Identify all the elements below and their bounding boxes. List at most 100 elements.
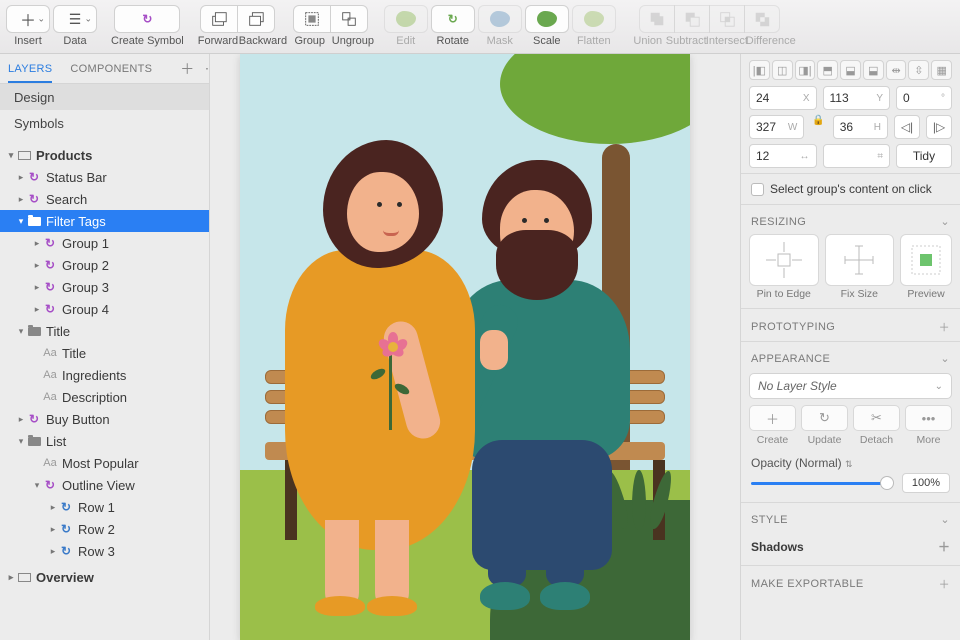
- add-page-icon[interactable]: ＋: [180, 59, 194, 79]
- artboard-products[interactable]: ▾ Products: [0, 144, 209, 166]
- shadows-row[interactable]: Shadows＋: [741, 530, 960, 563]
- plus-icon[interactable]: ＋: [939, 576, 950, 592]
- difference-button[interactable]: [744, 5, 780, 33]
- fix-size-control[interactable]: [825, 234, 895, 286]
- tidy-grid-button[interactable]: ▦: [931, 60, 952, 80]
- dropdown-icon[interactable]: ⇅: [845, 459, 853, 469]
- layer-status-bar[interactable]: ▸↻Status Bar: [0, 166, 209, 188]
- select-group-checkbox[interactable]: Select group's content on click: [741, 176, 960, 202]
- subtract-button[interactable]: [674, 5, 710, 33]
- layer-most-popular[interactable]: AaMost Popular: [0, 452, 209, 474]
- layer-group1[interactable]: ▸↻Group 1: [0, 232, 209, 254]
- tidy-button[interactable]: Tidy: [896, 144, 952, 168]
- distribute-v-button[interactable]: ⇳: [908, 60, 929, 80]
- forward-button[interactable]: [200, 5, 238, 33]
- plus-icon[interactable]: ＋: [938, 538, 950, 555]
- group-button[interactable]: [293, 5, 331, 33]
- align-right-button[interactable]: ◨|: [795, 60, 816, 80]
- backward-button[interactable]: [237, 5, 275, 33]
- artboard-icon: [16, 151, 32, 160]
- distribute-h-button[interactable]: ⇹: [886, 60, 907, 80]
- resizing-header[interactable]: RESIZING⌄: [741, 207, 960, 232]
- chevron-down-icon: ▾: [6, 150, 16, 161]
- layer-filter-tags[interactable]: ▾Filter Tags: [0, 210, 209, 232]
- rotate-button[interactable]: ↻: [431, 5, 475, 33]
- appearance-header[interactable]: APPEARANCE⌄: [741, 344, 960, 369]
- edit-button[interactable]: [384, 5, 428, 33]
- tab-components[interactable]: COMPONENTS: [70, 63, 152, 75]
- ungroup-label: Ungroup: [332, 35, 370, 47]
- plus-icon: ＋: [20, 7, 36, 31]
- insert-button[interactable]: ＋⌄: [6, 5, 50, 33]
- union-button[interactable]: [639, 5, 675, 33]
- page-symbols[interactable]: Symbols: [0, 110, 209, 136]
- layer-outline-view[interactable]: ▾↻Outline View: [0, 474, 209, 496]
- main: LAYERS COMPONENTS ＋ ⋯ Design Symbols ▾ P…: [0, 54, 960, 640]
- canvas[interactable]: [210, 54, 740, 640]
- data-button[interactable]: ☰⌄: [53, 5, 97, 33]
- intersect-button[interactable]: [709, 5, 745, 33]
- layer-row3[interactable]: ▸↻Row 3: [0, 540, 209, 562]
- chevron-down-icon: ⌄: [37, 14, 45, 25]
- layer-label: Group 1: [62, 236, 109, 251]
- width-field[interactable]: 327W: [749, 115, 804, 139]
- symbol-icon: ↻: [45, 280, 55, 294]
- create-symbol-button[interactable]: ↻: [114, 5, 180, 33]
- height-field[interactable]: 36H: [833, 115, 888, 139]
- prototyping-header[interactable]: PROTOTYPING＋: [741, 311, 960, 339]
- mask-button[interactable]: [478, 5, 522, 33]
- layer-group4[interactable]: ▸↻Group 4: [0, 298, 209, 320]
- align-left-button[interactable]: |◧: [749, 60, 770, 80]
- flip-v-button[interactable]: |▷: [926, 115, 952, 139]
- opacity-slider[interactable]: 100%: [751, 476, 950, 490]
- layer-label: Group 3: [62, 280, 109, 295]
- slider-thumb[interactable]: [880, 476, 894, 490]
- style-header[interactable]: STYLE⌄: [741, 505, 960, 530]
- flip-h-button[interactable]: ◁|: [894, 115, 920, 139]
- symbol-icon: ↻: [45, 236, 55, 250]
- align-bottom-button[interactable]: ⬓: [863, 60, 884, 80]
- difference-label: Difference: [746, 35, 790, 47]
- ungroup-button[interactable]: [330, 5, 368, 33]
- y-field[interactable]: 113Y: [823, 86, 891, 110]
- layer-list[interactable]: ▾List: [0, 430, 209, 452]
- align-top-button[interactable]: ⬒: [817, 60, 838, 80]
- toolbar: ＋⌄ Insert ☰⌄ Data ↻ Create Symbol Forwar…: [0, 0, 960, 54]
- rotation-field[interactable]: 0°: [896, 86, 952, 110]
- pin-to-edge-control[interactable]: [749, 234, 819, 286]
- layer-group2[interactable]: ▸↻Group 2: [0, 254, 209, 276]
- page-design[interactable]: Design: [0, 84, 209, 110]
- style-detach-button[interactable]: ✂: [853, 405, 900, 431]
- opacity-value[interactable]: 100%: [902, 473, 950, 493]
- scale-button[interactable]: [525, 5, 569, 33]
- flatten-button[interactable]: [572, 5, 616, 33]
- artboard-illustration[interactable]: [240, 54, 690, 640]
- layer-description[interactable]: AaDescription: [0, 386, 209, 408]
- layer-search[interactable]: ▸↻Search: [0, 188, 209, 210]
- artboard-overview[interactable]: ▸Overview: [0, 566, 209, 588]
- layer-row1[interactable]: ▸↻Row 1: [0, 496, 209, 518]
- layer-title-text[interactable]: AaTitle: [0, 342, 209, 364]
- align-center-h-button[interactable]: ◫: [772, 60, 793, 80]
- layer-style-select[interactable]: No Layer Style⌄: [749, 373, 952, 399]
- style-create-button[interactable]: ＋: [749, 405, 796, 431]
- align-middle-button[interactable]: ⬓: [840, 60, 861, 80]
- layer-label: Group 2: [62, 258, 109, 273]
- radius-field[interactable]: 12↔: [749, 144, 817, 168]
- layer-group3[interactable]: ▸↻Group 3: [0, 276, 209, 298]
- folder-icon: [26, 437, 42, 446]
- corners-field[interactable]: ⌗: [823, 144, 891, 168]
- style-more-button[interactable]: •••: [905, 405, 952, 431]
- layer-label: Description: [62, 390, 127, 405]
- lock-icon[interactable]: 🔒: [812, 115, 824, 139]
- exportable-header[interactable]: MAKE EXPORTABLE＋: [741, 568, 960, 596]
- layer-ingredients[interactable]: AaIngredients: [0, 364, 209, 386]
- style-update-button[interactable]: ↻: [801, 405, 848, 431]
- plus-icon[interactable]: ＋: [939, 319, 950, 335]
- layer-buy-button[interactable]: ▸↻Buy Button: [0, 408, 209, 430]
- layer-title-group[interactable]: ▾Title: [0, 320, 209, 342]
- layer-row2[interactable]: ▸↻Row 2: [0, 518, 209, 540]
- x-field[interactable]: 24X: [749, 86, 817, 110]
- layers-icon: ☰: [69, 11, 82, 28]
- tab-layers[interactable]: LAYERS: [8, 63, 52, 83]
